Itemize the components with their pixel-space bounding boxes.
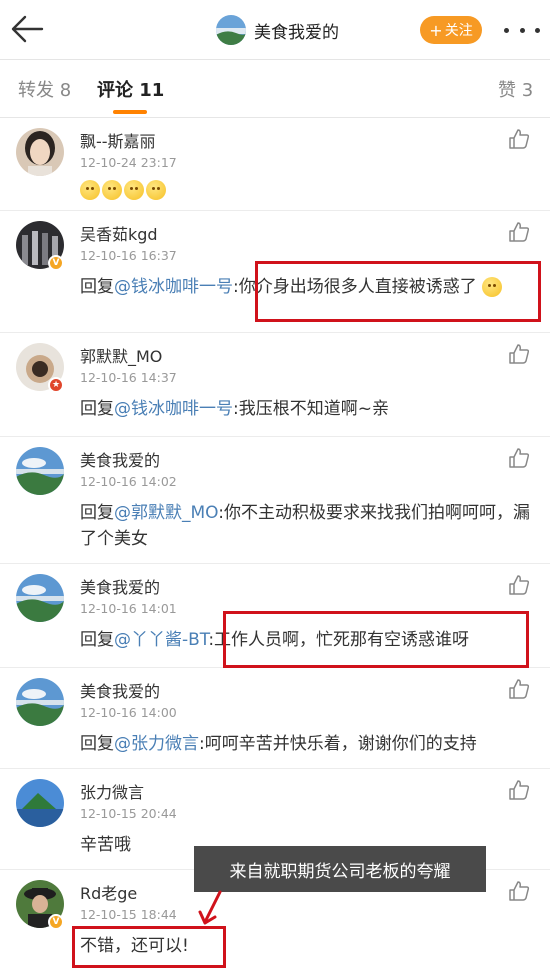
mention-link[interactable]: @丫丫酱-BT [114,630,208,650]
comment-username[interactable]: 飘--斯嘉丽 [80,128,156,152]
comment-item: 飘--斯嘉丽 12-10-24 23:17 [0,118,550,211]
tab-comment[interactable]: 评论 11 [97,76,164,102]
thumbs-up-icon[interactable] [508,221,530,243]
mention-link[interactable]: @钱冰咖啡一号 [114,399,233,419]
avatar[interactable] [16,779,64,827]
comment-time: 12-10-16 16:37 [80,248,177,263]
annotation-callout: 来自就职期货公司老板的夸耀 [194,846,486,892]
comment-username[interactable]: 吴香茹kgd [80,221,158,245]
highlight-box [223,611,529,668]
plus-icon: + [429,20,443,40]
verified-badge-icon: ★ [48,377,64,393]
comment-item: ★ 郭默默_MO 12-10-16 14:37 回复@钱冰咖啡一号:我压根不知道… [0,333,550,437]
arrow-icon [198,890,222,925]
comment-username[interactable]: 美食我爱的 [80,574,160,598]
emoji-row [80,180,168,200]
reply-prefix: 回复 [80,277,114,297]
thumbs-up-icon[interactable] [508,779,530,801]
comment-item: 美食我爱的 12-10-16 14:02 回复@郭默默_MO:你不主动积极要求来… [0,437,550,564]
highlight-box [255,261,541,322]
reply-prefix: 回复 [80,399,114,419]
tab-like[interactable]: 赞 3 [498,76,533,102]
thumbs-up-icon[interactable] [508,447,530,469]
avatar[interactable] [16,574,64,622]
mention-link[interactable]: @郭默默_MO [114,503,218,523]
mention-link[interactable]: @张力微言 [114,734,199,754]
back-arrow-icon[interactable] [10,14,44,44]
verified-badge-icon: V [48,914,64,930]
active-tab-indicator [113,110,147,114]
avatar[interactable] [16,678,64,726]
tab-bar: 转发 8 评论 11 赞 3 [0,60,550,118]
comment-username[interactable]: Rd老ge [80,880,137,904]
comment-username[interactable]: 美食我爱的 [80,447,160,471]
reply-body: :我压根不知道啊~亲 [233,399,389,419]
avatar[interactable] [216,15,246,45]
grin-emoji-icon [102,180,122,200]
thumbs-up-icon[interactable] [508,343,530,365]
comment-text: 回复@郭默默_MO:你不主动积极要求来找我们拍啊呵呵，漏了个美女 [80,500,538,552]
comment-time: 12-10-15 18:44 [80,907,177,922]
header-user[interactable]: 美食我爱的 [216,14,339,46]
comment-time: 12-10-16 14:37 [80,370,177,385]
mention-link[interactable]: @钱冰咖啡一号 [114,277,233,297]
more-options-icon[interactable] [504,20,540,40]
smile-emoji-icon [146,180,166,200]
comment-username[interactable]: 郭默默_MO [80,343,162,367]
reply-body: :呵呵辛苦并快乐着，谢谢你们的支持 [199,734,477,754]
comment-text: 回复@钱冰咖啡一号:我压根不知道啊~亲 [80,396,538,422]
comment-text: 回复@张力微言:呵呵辛苦并快乐着，谢谢你们的支持 [80,731,538,757]
comment-time: 12-10-16 14:01 [80,601,177,616]
verified-badge-icon: V [48,255,64,271]
thumbs-up-icon[interactable] [508,880,530,902]
comment-item: 美食我爱的 12-10-16 14:00 回复@张力微言:呵呵辛苦并快乐着，谢谢… [0,668,550,769]
avatar[interactable] [16,128,64,176]
smile-emoji-icon [124,180,144,200]
comment-username[interactable]: 美食我爱的 [80,678,160,702]
grin-emoji-icon [80,180,100,200]
reply-prefix: 回复 [80,503,114,523]
reply-prefix: 回复 [80,734,114,754]
thumbs-up-icon[interactable] [508,678,530,700]
follow-label: 关注 [444,23,473,39]
follow-button[interactable]: + 关注 [420,16,482,44]
avatar[interactable] [16,447,64,495]
top-bar: 美食我爱的 + 关注 [0,0,550,60]
comment-time: 12-10-16 14:00 [80,705,177,720]
page-title: 美食我爱的 [254,22,339,43]
comment-time: 12-10-24 23:17 [80,155,177,170]
comment-username[interactable]: 张力微言 [80,779,144,803]
thumbs-up-icon[interactable] [508,574,530,596]
highlight-box [72,926,226,968]
comment-time: 12-10-16 14:02 [80,474,177,489]
reply-prefix: 回复 [80,630,114,650]
thumbs-up-icon[interactable] [508,128,530,150]
comment-time: 12-10-15 20:44 [80,806,177,821]
tab-repost[interactable]: 转发 8 [18,76,71,102]
